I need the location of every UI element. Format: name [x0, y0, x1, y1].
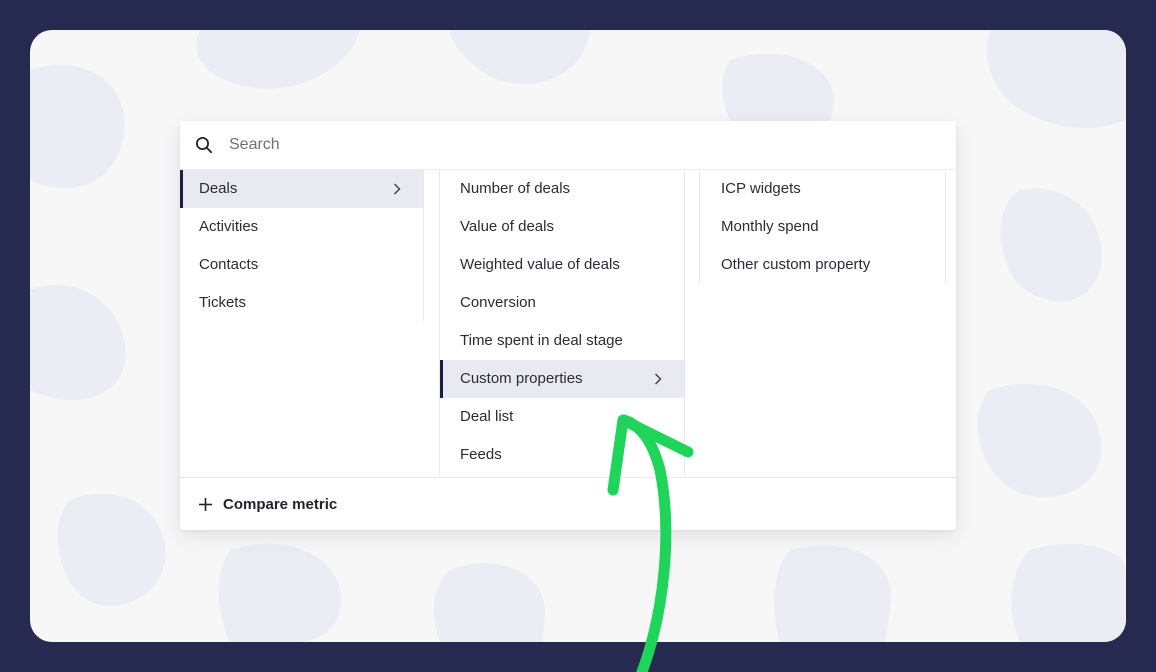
card: Deals Activities Contacts Tickets Number…: [30, 30, 1126, 642]
metric-item-weighted-value-of-deals[interactable]: Weighted value of deals: [440, 246, 684, 284]
property-item-monthly-spend[interactable]: Monthly spend: [700, 208, 945, 246]
compare-metric-button[interactable]: Compare metric: [180, 477, 956, 531]
search-icon: [196, 137, 213, 154]
metric-item-feeds[interactable]: Feeds: [440, 436, 684, 474]
metric-list: Number of deals Value of deals Weighted …: [439, 170, 685, 476]
metric-item-label: Time spent in deal stage: [460, 332, 623, 349]
category-item-deals[interactable]: Deals: [180, 170, 423, 208]
category-item-activities[interactable]: Activities: [180, 208, 423, 246]
category-item-label: Contacts: [199, 256, 259, 273]
property-item-label: Monthly spend: [721, 218, 819, 235]
category-item-label: Deals: [199, 180, 238, 197]
category-item-label: Activities: [199, 218, 259, 235]
metric-item-time-spent-in-deal-stage[interactable]: Time spent in deal stage: [440, 322, 684, 360]
category-item-tickets[interactable]: Tickets: [180, 284, 423, 322]
metric-picker-panel: Deals Activities Contacts Tickets Number…: [180, 121, 956, 530]
metric-item-label: Value of deals: [460, 218, 554, 235]
property-item-icp-widgets[interactable]: ICP widgets: [700, 170, 945, 208]
category-item-label: Tickets: [199, 294, 246, 311]
metric-item-conversion[interactable]: Conversion: [440, 284, 684, 322]
category-list: Deals Activities Contacts Tickets: [180, 170, 424, 321]
category-item-contacts[interactable]: Contacts: [180, 246, 423, 284]
metric-item-label: Weighted value of deals: [460, 256, 620, 273]
search-bar: [180, 121, 956, 170]
chevron-right-icon: [655, 373, 662, 385]
metric-item-label: Feeds: [460, 446, 502, 463]
metric-item-custom-properties[interactable]: Custom properties: [440, 360, 684, 398]
metric-item-label: Deal list: [460, 408, 514, 425]
plus-icon: [199, 498, 212, 511]
property-item-label: Other custom property: [721, 256, 871, 273]
metric-item-value-of-deals[interactable]: Value of deals: [440, 208, 684, 246]
custom-property-list: ICP widgets Monthly spend Other custom p…: [699, 170, 946, 284]
property-item-other-custom-property[interactable]: Other custom property: [700, 246, 945, 284]
metric-item-label: Conversion: [460, 294, 536, 311]
metric-item-label: Number of deals: [460, 180, 571, 197]
metric-item-label: Custom properties: [460, 370, 583, 387]
search-input[interactable]: [227, 135, 731, 155]
metric-item-deal-list[interactable]: Deal list: [440, 398, 684, 436]
property-item-label: ICP widgets: [721, 180, 801, 197]
metric-item-number-of-deals[interactable]: Number of deals: [440, 170, 684, 208]
chevron-right-icon: [394, 183, 401, 195]
compare-metric-label: Compare metric: [223, 496, 338, 513]
